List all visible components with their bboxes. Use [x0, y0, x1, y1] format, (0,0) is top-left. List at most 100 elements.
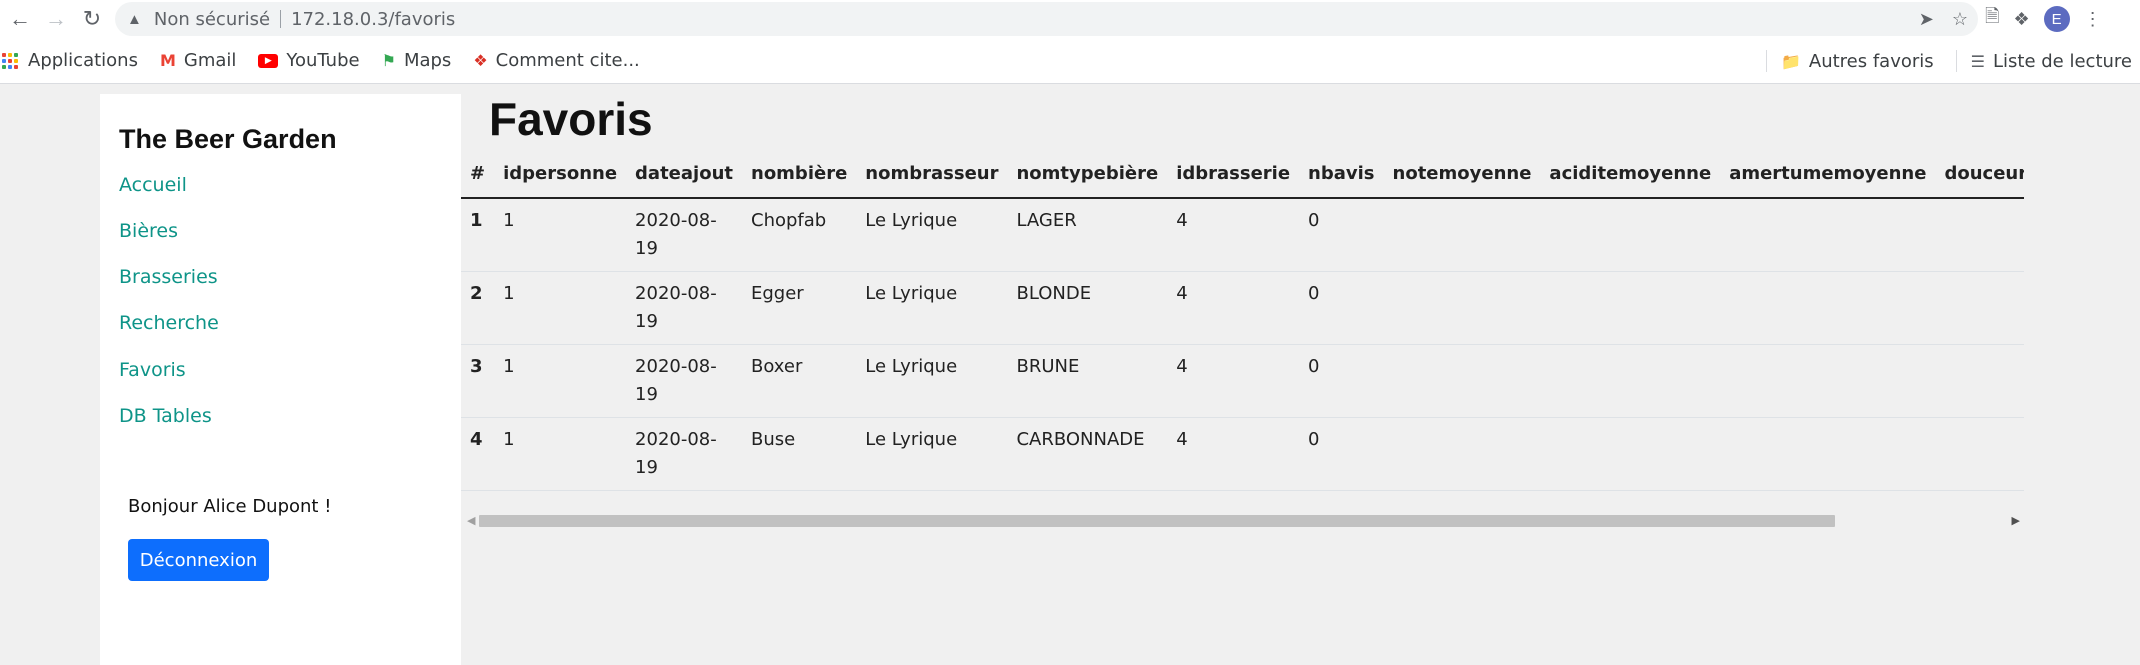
reading-list-icon: ☰ [1970, 51, 1985, 71]
column-header: nbavis [1299, 150, 1384, 199]
warning-triangle-icon[interactable]: ▲ [127, 11, 142, 28]
table-cell [1383, 271, 1541, 345]
nav-link-db-tables[interactable]: DB Tables [119, 405, 212, 427]
table-cell [1383, 344, 1541, 418]
table-cell [1540, 198, 1721, 272]
gmail-icon: M [159, 51, 176, 70]
row-number-cell: 1 [461, 198, 495, 272]
bookmarks-divider [1955, 50, 1957, 72]
nav-link-recherche[interactable]: Recherche [119, 312, 219, 334]
column-header: idpersonne [494, 150, 627, 199]
apps-grid-icon [2, 52, 18, 69]
row-number-cell: 3 [461, 344, 495, 418]
horizontal-scrollbar[interactable]: ◀ ▶ [461, 512, 2024, 532]
bookmark-label: Gmail [183, 50, 237, 71]
nav-link-bieres[interactable]: Bières [119, 220, 178, 242]
table-cell [1935, 198, 2024, 272]
table-cell [1540, 417, 1721, 491]
bookmark-youtube[interactable]: ▶ YouTube [258, 50, 360, 71]
bookmark-label: Applications [28, 50, 138, 71]
profile-avatar[interactable]: E [2043, 6, 2070, 32]
table-cell: 1 [494, 271, 627, 345]
bookmark-applications[interactable]: Applications [2, 50, 138, 71]
scroll-right-arrow-icon[interactable]: ▶ [2012, 514, 2020, 527]
back-arrow-icon[interactable]: ← [0, 0, 40, 38]
table-cell: 4 [1167, 344, 1300, 418]
nav-link-accueil[interactable]: Accueil [119, 174, 187, 196]
table-cell: BLONDE [1007, 271, 1168, 345]
table-cell: 1 [494, 344, 627, 418]
table-cell [1720, 271, 1936, 345]
bookmark-other-favorites[interactable]: 📁 Autres favoris [1781, 51, 1934, 72]
extensions-puzzle-icon[interactable]: ❖ [2013, 9, 2029, 30]
row-number-cell: 2 [461, 271, 495, 345]
table-row: 1 1 2020-08-19 Chopfab Le Lyrique LAGER 4 0 [461, 198, 2024, 272]
table-cell: CARBONNADE [1007, 417, 1168, 491]
bookmark-favicon-icon: ❖ [473, 51, 488, 70]
table-header-row: # idpersonne dateajout nombière nombrass… [461, 150, 2024, 199]
url-text[interactable]: 172.18.0.3/favoris [291, 9, 455, 30]
table-cell: 4 [1167, 198, 1300, 272]
column-header: notemoyenne [1383, 150, 1541, 199]
scrollbar-thumb[interactable] [479, 515, 1835, 527]
browser-toolbar: ← → ↻ ▲ Non sécurisé 172.18.0.3/favoris … [0, 0, 2140, 38]
table-cell: LAGER [1007, 198, 1168, 272]
column-header: nombrasseur [856, 150, 1008, 199]
reading-list-label: Liste de lecture [1993, 50, 2132, 72]
reading-list-button[interactable]: ☰ Liste de lecture [1971, 51, 2132, 72]
maps-icon: ⚑ [381, 51, 396, 70]
table-cell: BRUNE [1007, 344, 1168, 418]
site-brand: The Beer Garden [119, 124, 337, 154]
table-cell: 4 [1167, 271, 1300, 345]
page: The Beer Garden Accueil Bières Brasserie… [0, 84, 2140, 665]
table-cell: Buse [742, 417, 857, 491]
bookmarks-divider [1765, 50, 1767, 72]
star-icon[interactable]: ☆ [1952, 9, 1968, 30]
table-cell [1383, 198, 1541, 272]
table-row: 3 1 2020-08-19 Boxer Le Lyrique BRUNE 4 0 [461, 344, 2024, 418]
sidebar: The Beer Garden Accueil Bières Brasserie… [100, 94, 461, 665]
table-cell: 0 [1299, 344, 1384, 418]
bookmark-comment-cite[interactable]: ❖ Comment cite... [473, 50, 639, 71]
logout-button[interactable]: Déconnexion [128, 539, 269, 581]
table-cell: 2020-08-19 [626, 417, 742, 491]
table-cell [1720, 198, 1936, 272]
table-cell: 0 [1299, 417, 1384, 491]
table-cell [1540, 344, 1721, 418]
scroll-left-arrow-icon[interactable]: ◀ [467, 514, 475, 527]
page-title: Favoris [489, 93, 653, 145]
table-cell [1935, 417, 2024, 491]
favorites-table-container[interactable]: # idpersonne dateajout nombière nombrass… [461, 150, 2024, 550]
table-cell: Chopfab [742, 198, 857, 272]
column-header: # [461, 150, 495, 199]
column-header: amertumemoyenne [1720, 150, 1936, 199]
security-label[interactable]: Non sécurisé [154, 9, 270, 30]
bookmark-gmail[interactable]: M Gmail [160, 50, 236, 71]
bookmark-maps[interactable]: ⚑ Maps [382, 50, 452, 71]
table-cell: 2020-08-19 [626, 344, 742, 418]
send-icon[interactable]: ➤ [1919, 9, 1934, 30]
favorites-table: # idpersonne dateajout nombière nombrass… [461, 150, 2024, 491]
table-cell: Egger [742, 271, 857, 345]
table-cell [1383, 417, 1541, 491]
reload-icon[interactable]: ↻ [72, 0, 112, 38]
table-cell [1935, 271, 2024, 345]
nav-link-brasseries[interactable]: Brasseries [119, 266, 218, 288]
address-bar[interactable]: ▲ Non sécurisé 172.18.0.3/favoris ➤ ☆ [115, 2, 1978, 36]
table-cell [1540, 271, 1721, 345]
column-header: idbrasserie [1167, 150, 1300, 199]
main-content: Favoris # idpersonne dateajout nombière … [461, 84, 2024, 665]
bookmark-label: Comment cite... [495, 50, 640, 71]
forward-arrow-icon[interactable]: → [36, 0, 76, 38]
table-cell: 1 [494, 198, 627, 272]
table-cell: Le Lyrique [856, 198, 1008, 272]
table-cell [1720, 417, 1936, 491]
table-cell: Le Lyrique [856, 271, 1008, 345]
document-icon[interactable]: 🗎 [1985, 4, 1999, 34]
other-favorites-label: Autres favoris [1808, 50, 1934, 72]
column-header: douceurmoyenne [1935, 150, 2024, 199]
table-row: 4 1 2020-08-19 Buse Le Lyrique CARBONNADE 4 0 [461, 417, 2024, 491]
menu-dots-icon[interactable]: ⋮ [2084, 9, 2102, 30]
nav-link-favoris[interactable]: Favoris [119, 359, 186, 381]
table-cell: 0 [1299, 198, 1384, 272]
